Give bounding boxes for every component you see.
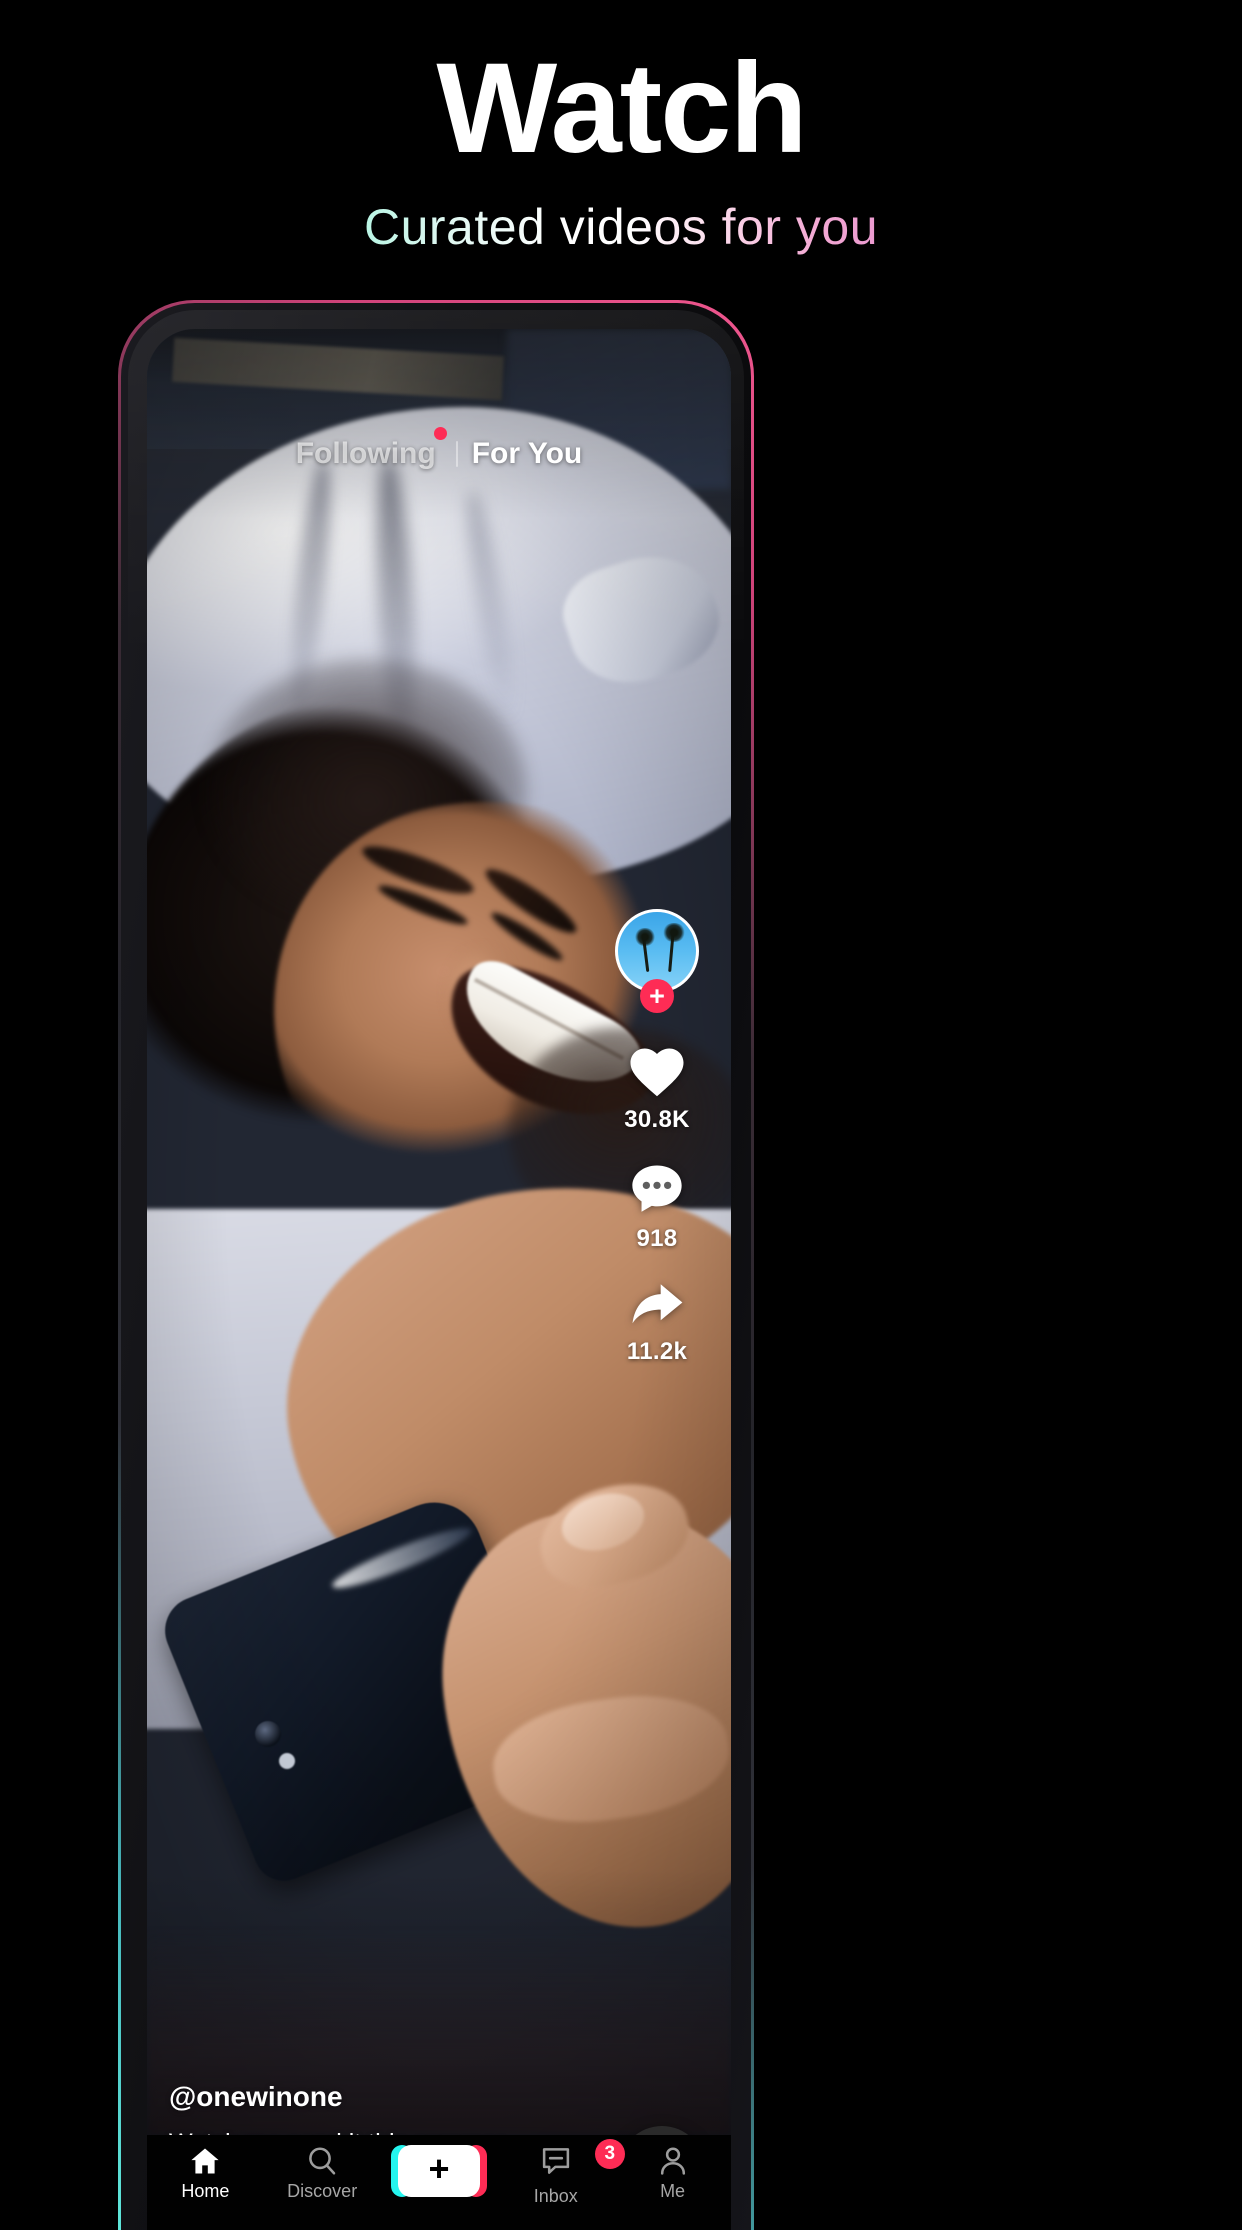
heart-icon xyxy=(630,1048,684,1097)
nav-item-inbox[interactable]: 3 Inbox xyxy=(506,2139,625,2207)
plus-icon: + xyxy=(428,2148,450,2189)
video-top-scrim xyxy=(147,329,731,519)
page-title: Watch xyxy=(436,37,807,180)
share-icon xyxy=(632,1284,683,1324)
phone-body: Following For You + 30.8K 918 11.2k @one… xyxy=(121,303,751,2230)
tab-for-you[interactable]: For You xyxy=(472,437,583,471)
search-icon xyxy=(309,2147,336,2175)
creator-username[interactable]: @onewinone xyxy=(169,2081,599,2113)
tab-following-badge-dot xyxy=(433,427,447,440)
inbox-badge: 3 xyxy=(594,2139,625,2169)
create-button[interactable]: + xyxy=(390,2145,487,2197)
phone-screen: Following For You + 30.8K 918 11.2k @one… xyxy=(147,329,731,2230)
tab-divider xyxy=(455,441,458,467)
nav-label-home: Home xyxy=(181,2181,230,2201)
person-icon xyxy=(660,2147,685,2175)
palm-tree-crown-icon xyxy=(634,928,656,946)
nav-item-me[interactable]: Me xyxy=(623,2145,723,2202)
home-icon xyxy=(191,2148,219,2174)
comment-button[interactable]: 918 xyxy=(628,1160,686,1253)
creator-avatar-wrapper[interactable]: + xyxy=(615,909,699,1013)
nav-item-create[interactable]: + xyxy=(389,2145,489,2197)
phone-rim: Following For You + 30.8K 918 11.2k @one… xyxy=(118,300,754,2230)
tab-following-label: Following xyxy=(295,437,436,470)
nav-label-me: Me xyxy=(660,2181,686,2201)
page-subtitle: Curated videos for you xyxy=(363,199,879,256)
action-rail: + 30.8K 918 11.2k xyxy=(605,909,709,1366)
tab-following[interactable]: Following xyxy=(295,427,447,471)
nav-item-home[interactable]: Home xyxy=(155,2145,255,2202)
bottom-navigation-bar: Home Discover + 3 Inbox Me xyxy=(147,2135,731,2230)
share-button[interactable]: 11.2k xyxy=(627,1279,687,1366)
like-button[interactable]: 30.8K xyxy=(624,1043,690,1134)
nav-label-inbox: Inbox xyxy=(533,2186,578,2206)
inbox-icon xyxy=(542,2148,569,2174)
promo-header: Watch Curated videos for you xyxy=(0,0,1242,300)
nav-label-discover: Discover xyxy=(287,2181,358,2201)
share-count: 11.2k xyxy=(626,1338,688,1365)
palm-tree-crown-icon xyxy=(662,923,686,942)
feed-tab-bar: Following For You xyxy=(147,427,731,471)
like-count: 30.8K xyxy=(624,1106,690,1133)
follow-button[interactable]: + xyxy=(640,979,674,1013)
nav-item-discover[interactable]: Discover xyxy=(272,2145,372,2202)
comment-count: 918 xyxy=(636,1225,678,1252)
phone-mockup: Following For You + 30.8K 918 11.2k @one… xyxy=(118,300,1124,2230)
comment-icon xyxy=(632,1165,682,1212)
